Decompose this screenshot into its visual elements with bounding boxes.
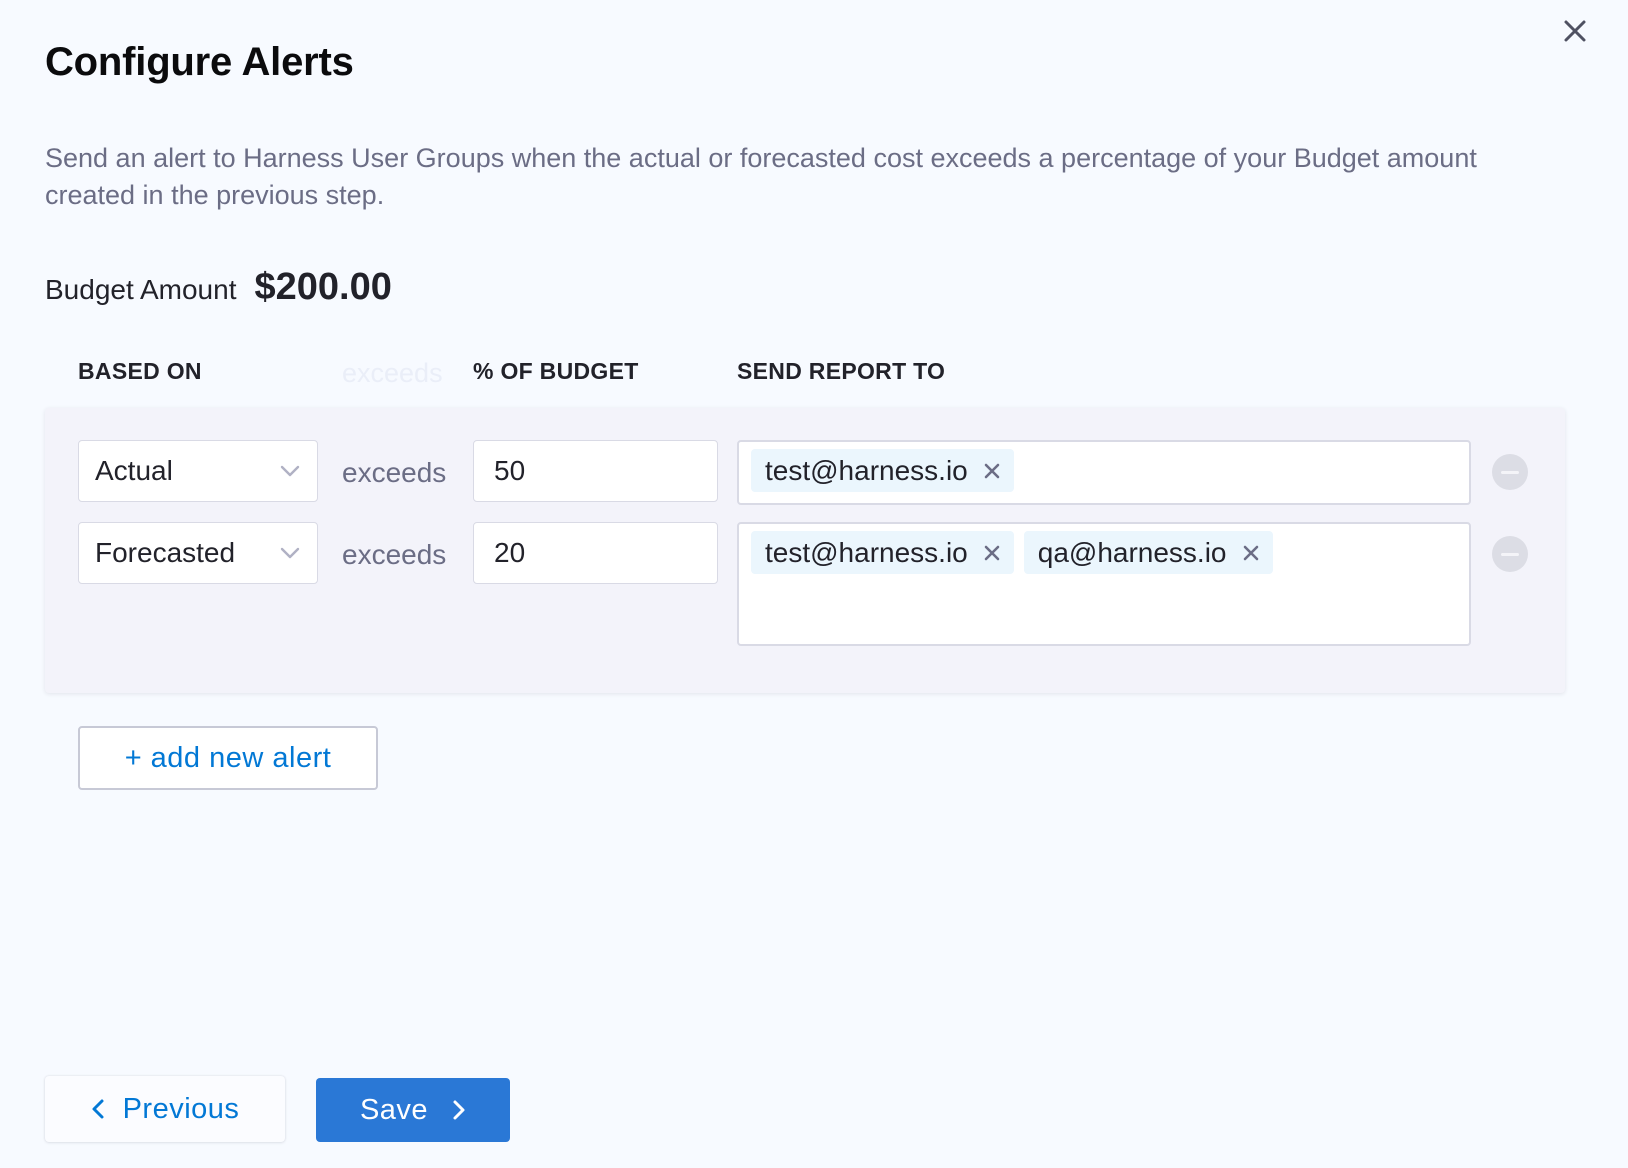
minus-icon <box>1501 552 1519 556</box>
minus-icon <box>1501 470 1519 474</box>
budget-amount-value: $200.00 <box>254 266 392 308</box>
close-button[interactable] <box>1558 14 1592 48</box>
recipient-email: test@harness.io <box>765 536 968 568</box>
previous-button[interactable]: Previous <box>45 1076 285 1142</box>
exceeds-label: exceeds <box>342 539 447 570</box>
recipient-email: qa@harness.io <box>1037 536 1227 568</box>
recipient-tag: test@harness.io <box>751 449 1014 492</box>
remove-tag-icon[interactable] <box>982 461 1002 481</box>
percent-input[interactable]: 20 <box>473 522 718 584</box>
based-on-select[interactable]: Actual <box>78 440 318 502</box>
remove-tag-icon[interactable] <box>1241 543 1261 563</box>
close-icon <box>1563 19 1587 43</box>
percent-input[interactable]: 50 <box>473 440 718 502</box>
remove-tag-icon[interactable] <box>982 543 1002 563</box>
add-new-alert-button[interactable]: + add new alert <box>78 726 378 790</box>
recipient-email: test@harness.io <box>765 454 968 486</box>
remove-alert-button[interactable] <box>1492 536 1528 572</box>
save-button[interactable]: Save <box>316 1078 510 1142</box>
budget-amount-label: Budget Amount <box>45 274 237 305</box>
based-on-value: Actual <box>95 455 173 486</box>
dialog-description: Send an alert to Harness User Groups whe… <box>45 143 1477 210</box>
dialog-title: Configure Alerts <box>45 40 354 84</box>
header-based-on: BASED ON <box>78 358 202 384</box>
chevron-right-icon <box>452 1099 466 1121</box>
recipients-input[interactable]: test@harness.io qa@harness.io <box>737 522 1471 646</box>
chevron-down-icon <box>279 546 301 560</box>
based-on-value: Forecasted <box>95 537 236 568</box>
recipient-tag: test@harness.io <box>751 531 1014 574</box>
previous-label: Previous <box>122 1092 240 1125</box>
header-send-report-to: SEND REPORT TO <box>737 358 946 384</box>
based-on-select[interactable]: Forecasted <box>78 522 318 584</box>
chevron-down-icon <box>279 464 301 478</box>
exceeds-label: exceeds <box>342 457 447 488</box>
recipient-tag: qa@harness.io <box>1023 531 1273 574</box>
chevron-left-icon <box>91 1098 105 1120</box>
header-percent-of-budget: % OF BUDGET <box>473 358 639 384</box>
remove-alert-button[interactable] <box>1492 454 1528 490</box>
budget-amount: Budget Amount $200.00 <box>45 266 392 309</box>
recipients-input[interactable]: test@harness.io <box>737 440 1471 505</box>
save-label: Save <box>359 1093 429 1126</box>
header-ghost-exceeds: exceeds <box>342 358 443 388</box>
